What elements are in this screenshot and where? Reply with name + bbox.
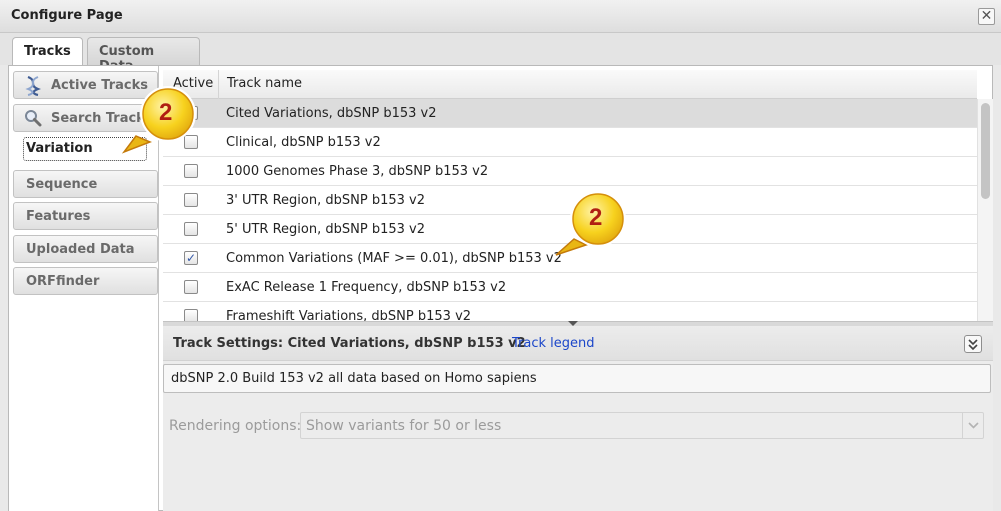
track-name: 1000 Genomes Phase 3, dbSNP b153 v2 xyxy=(226,164,489,179)
dna-helix-icon xyxy=(24,75,42,100)
sidebar-item-label: Features xyxy=(26,209,91,224)
active-checkbox[interactable] xyxy=(184,309,198,321)
tab-bar: Tracks Custom Data xyxy=(0,33,1001,74)
active-checkbox[interactable]: ✓ xyxy=(184,251,198,265)
track-name: 3' UTR Region, dbSNP b153 v2 xyxy=(226,193,425,208)
rendering-options-label: Rendering options: xyxy=(169,418,302,434)
track-description: dbSNP 2.0 Build 153 v2 all data based on… xyxy=(163,364,991,393)
tab-tracks[interactable]: Tracks xyxy=(12,37,83,66)
track-name: ExAC Release 1 Frequency, dbSNP b153 v2 xyxy=(226,280,507,295)
track-grid-header: Active Track name xyxy=(163,70,977,99)
step-callout-1: 2 xyxy=(118,84,208,164)
track-legend-link[interactable]: Track legend xyxy=(512,336,595,351)
collapse-icon[interactable] xyxy=(964,335,982,353)
track-description-text: dbSNP 2.0 Build 153 v2 all data based on… xyxy=(171,371,537,386)
sidebar-item-features[interactable]: Features xyxy=(13,202,158,230)
dialog-title: Configure Page xyxy=(11,8,123,23)
callout-number: 2 xyxy=(589,204,603,231)
track-name: Common Variations (MAF >= 0.01), dbSNP b… xyxy=(226,251,562,266)
track-settings-panel: Track Settings: Cited Variations, dbSNP … xyxy=(163,326,993,511)
active-checkbox[interactable] xyxy=(184,193,198,207)
column-header-track-name[interactable]: Track name xyxy=(227,76,302,91)
sidebar-item-label: Variation xyxy=(26,141,93,156)
track-name: Clinical, dbSNP b153 v2 xyxy=(226,135,381,150)
close-icon[interactable]: ✕ xyxy=(978,8,995,25)
track-settings-header: Track Settings: Cited Variations, dbSNP … xyxy=(163,326,993,361)
table-row[interactable]: Clinical, dbSNP b153 v2 xyxy=(163,128,977,157)
table-row[interactable]: ExAC Release 1 Frequency, dbSNP b153 v2 xyxy=(163,273,977,302)
sidebar-item-label: Sequence xyxy=(26,177,98,192)
track-settings-title: Track Settings: Cited Variations, dbSNP … xyxy=(173,336,526,351)
track-name: Frameshift Variations, dbSNP b153 v2 xyxy=(226,309,472,321)
sidebar-item-label: Uploaded Data xyxy=(26,242,135,257)
rendering-options-select[interactable]: Show variants for 50 or less xyxy=(300,412,984,439)
callout-number: 2 xyxy=(159,99,173,126)
active-checkbox[interactable] xyxy=(184,222,198,236)
table-row[interactable]: Cited Variations, dbSNP b153 v2 xyxy=(163,99,977,128)
tab-custom-data[interactable]: Custom Data xyxy=(87,37,200,74)
sidebar-item-orffinder[interactable]: ORFfinder xyxy=(13,267,158,295)
magnifier-icon xyxy=(24,109,42,131)
grid-scrollbar[interactable] xyxy=(977,99,993,321)
chevron-down-icon[interactable] xyxy=(962,413,983,438)
sidebar-item-label: ORFfinder xyxy=(26,274,100,289)
track-name: 5' UTR Region, dbSNP b153 v2 xyxy=(226,222,425,237)
active-checkbox[interactable] xyxy=(184,164,198,178)
step-callout-2: 2 xyxy=(548,189,638,269)
sidebar-item-sequence[interactable]: Sequence xyxy=(13,170,158,198)
track-name: Cited Variations, dbSNP b153 v2 xyxy=(226,106,437,121)
rendering-options-value: Show variants for 50 or less xyxy=(306,418,502,434)
sidebar-item-uploaded-data[interactable]: Uploaded Data xyxy=(13,235,158,263)
table-row[interactable]: Frameshift Variations, dbSNP b153 v2 xyxy=(163,302,977,321)
scrollbar-thumb[interactable] xyxy=(981,103,990,199)
table-row[interactable]: 1000 Genomes Phase 3, dbSNP b153 v2 xyxy=(163,157,977,186)
dialog-titlebar: Configure Page ✕ xyxy=(0,0,1001,33)
active-checkbox[interactable] xyxy=(184,280,198,294)
